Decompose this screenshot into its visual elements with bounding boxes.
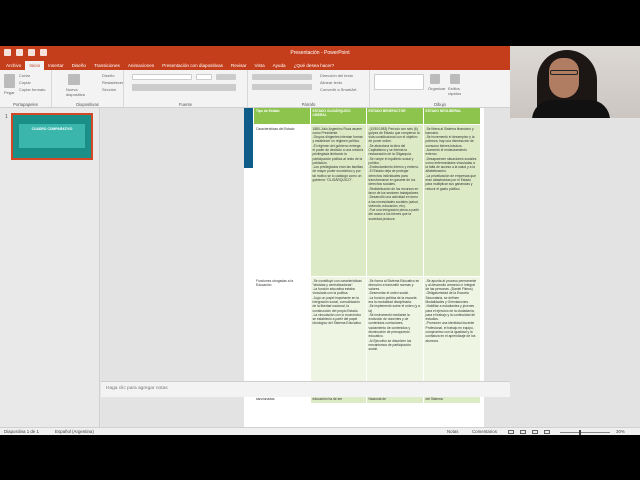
paste-button[interactable]: Pegar: [4, 90, 15, 95]
text-direction-button[interactable]: Dirección del texto: [320, 73, 353, 78]
thumbnail-number: 1: [5, 114, 8, 120]
table-cell[interactable]: -Se constituyó con características "laic…: [310, 275, 367, 390]
zoom-slider-thumb[interactable]: [579, 430, 581, 435]
table-cell[interactable]: Funciones otorgadas a la Educación: [254, 275, 311, 390]
list-buttons[interactable]: [252, 74, 312, 80]
table-header-cell[interactable]: Tipo de Estado: [254, 108, 311, 124]
thumbnail-title: CUADRO COMPARATIVO: [31, 127, 73, 131]
zoom-slider[interactable]: [560, 432, 610, 433]
smartart-button[interactable]: Convertir a SmartArt: [320, 87, 356, 92]
group-paragraph: Dirección del texto Alinear texto Conver…: [248, 70, 370, 108]
tell-me-search[interactable]: ¿Qué desea hacer?: [290, 61, 335, 70]
paste-icon[interactable]: [4, 74, 15, 88]
group-font: Fuente: [124, 70, 248, 108]
language-indicator[interactable]: Español (Argentina): [55, 429, 94, 434]
reset-button[interactable]: Restablecer: [102, 80, 123, 85]
tab-animaciones[interactable]: Animaciones: [124, 61, 158, 70]
table-header-cell[interactable]: ESTADO BENEFACTOR: [366, 108, 424, 124]
presenter-face: [549, 58, 579, 98]
table-cell[interactable]: 1880-Julio Argentino Roca asume como Pre…: [310, 123, 367, 276]
shapes-gallery[interactable]: [374, 74, 424, 90]
presenter-shirt: [532, 100, 610, 118]
tab-insertar[interactable]: Insertar: [44, 61, 68, 70]
tab-archivo[interactable]: Archivo: [2, 61, 25, 70]
tab-inicio[interactable]: Inicio: [25, 61, 45, 70]
font-name-combobox[interactable]: [132, 74, 192, 80]
tab-transiciones[interactable]: Transiciones: [90, 61, 124, 70]
slide-thumbnail-pane: 1 CUADRO COMPARATIVO: [0, 108, 100, 427]
table-header-cell[interactable]: ESTADO NEOLIBERAL: [423, 108, 481, 124]
font-size-combobox[interactable]: [196, 74, 212, 80]
align-text-button[interactable]: Alinear texto: [320, 80, 342, 85]
font-format-buttons[interactable]: [132, 84, 236, 91]
group-clipboard: Pegar Cortar Copiar Copiar formato Porta…: [0, 70, 52, 108]
slide-accent-bar: [244, 108, 253, 168]
new-slide-button[interactable]: Nueva diapositiva: [66, 87, 86, 97]
group-label-font: Fuente: [178, 102, 193, 107]
table-cell[interactable]: -Se forma al Sistema Educativo en direcc…: [366, 275, 424, 390]
table-cell[interactable]: Características del Estado: [254, 123, 311, 276]
zoom-level[interactable]: 30%: [616, 429, 625, 434]
group-label-slides: Diapositivas: [76, 102, 99, 107]
table-row: Funciones otorgadas a la Educación -Se c…: [254, 275, 481, 390]
tab-vista[interactable]: Vista: [251, 61, 269, 70]
quick-styles-button[interactable]: Estilos rápidos: [448, 86, 468, 96]
copy-button[interactable]: Copiar: [19, 80, 31, 85]
arrange-button[interactable]: Organizar: [428, 86, 446, 91]
notes-placeholder[interactable]: Haga clic para agregar notas: [106, 386, 168, 391]
font-grow-shrink-icons[interactable]: [216, 74, 236, 80]
right-background: [510, 118, 640, 435]
notes-pane[interactable]: Haga clic para agregar notas: [101, 381, 510, 397]
cut-button[interactable]: Cortar: [19, 73, 30, 78]
table-cell[interactable]: -Se libera al Sistema financiero y banca…: [423, 123, 481, 276]
table-row: Características del Estado 1880-Julio Ar…: [254, 123, 481, 276]
slide-sorter-icon[interactable]: [520, 430, 526, 434]
group-label-paragraph: Párrafo: [301, 102, 316, 107]
align-buttons[interactable]: [252, 84, 312, 90]
group-label-drawing: Dibujo: [434, 102, 446, 107]
format-painter-button[interactable]: Copiar formato: [19, 87, 45, 92]
slide-counter: Diapositiva 1 de 1: [4, 429, 39, 434]
new-slide-icon[interactable]: [68, 74, 80, 85]
table-header-row: Tipo de Estado ESTADO OLIGÁRQUICO LIBERA…: [254, 108, 481, 124]
powerpoint-window: Presentación - PowerPoint Archivo Inicio…: [0, 46, 640, 435]
status-bar: Diapositiva 1 de 1 Español (Argentina) N…: [0, 427, 640, 435]
slide-thumbnail[interactable]: CUADRO COMPARATIVO: [11, 113, 93, 160]
normal-view-icon[interactable]: [508, 430, 514, 434]
group-slides: Nueva diapositiva Diseño Restablecer Sec…: [52, 70, 124, 108]
layout-button[interactable]: Diseño: [102, 73, 114, 78]
table-cell[interactable]: -(1930/1983) Período con seis (6) golpes…: [366, 123, 424, 276]
tab-ayuda[interactable]: Ayuda: [269, 61, 290, 70]
comments-toggle-button[interactable]: Comentarios: [472, 429, 497, 434]
tab-revisar[interactable]: Revisar: [227, 61, 251, 70]
slideshow-view-icon[interactable]: [544, 430, 550, 434]
tab-diseno[interactable]: Diseño: [68, 61, 90, 70]
tab-presentacion[interactable]: Presentación con diapositivas: [158, 61, 227, 70]
comparison-table[interactable]: Tipo de Estado ESTADO OLIGÁRQUICO LIBERA…: [254, 108, 481, 404]
section-button[interactable]: Sección: [102, 87, 116, 92]
arrange-icon[interactable]: [430, 74, 440, 84]
group-drawing: Organizar Estilos rápidos Dibujo: [370, 70, 510, 108]
group-label-clipboard: Portapapeles: [13, 102, 38, 107]
table-cell[interactable]: -Se apunta al proceso permanente y al de…: [423, 275, 481, 390]
reading-view-icon[interactable]: [532, 430, 538, 434]
presenter-glasses: [550, 70, 578, 75]
notes-toggle-button[interactable]: Notas: [447, 429, 458, 434]
quick-styles-icon[interactable]: [450, 74, 460, 84]
webcam-overlay: [510, 46, 640, 118]
table-header-cell[interactable]: ESTADO OLIGÁRQUICO LIBERAL: [310, 108, 367, 124]
